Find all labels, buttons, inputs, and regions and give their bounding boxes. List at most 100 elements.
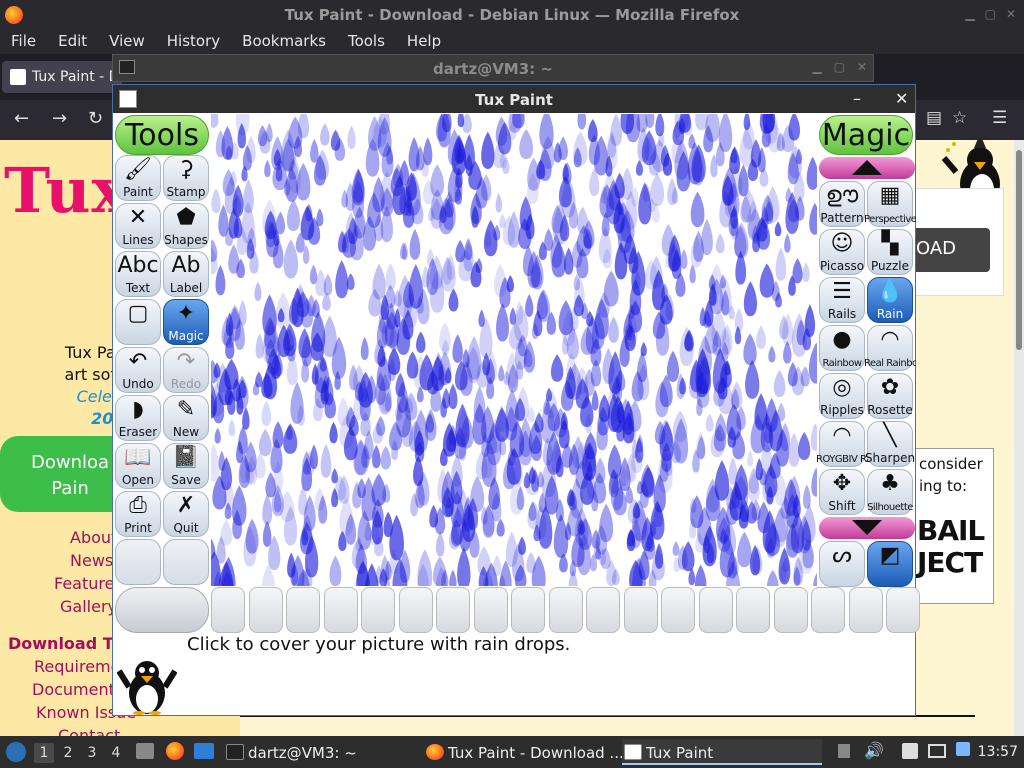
magic-paint-mode-button[interactable]: ᔕ [819, 541, 865, 587]
magic-tool-rosette[interactable]: ✿ Rosette [867, 373, 913, 419]
browser-tab[interactable]: Tux Paint - D [2, 61, 122, 93]
page-scrollbar[interactable] [1014, 140, 1024, 736]
menu-history[interactable]: History [156, 30, 231, 54]
close-icon[interactable]: ✕ [1006, 7, 1016, 21]
color-swatch[interactable] [623, 587, 658, 633]
page-scrollbar-thumb[interactable] [1016, 150, 1022, 350]
color-swatch[interactable] [248, 587, 283, 633]
tool-lines[interactable]: ✕ Lines [115, 203, 161, 249]
file-manager-icon[interactable] [136, 743, 154, 759]
tool-paint[interactable]: 🖌 Paint [115, 155, 161, 201]
start-menu-icon[interactable] [6, 742, 26, 762]
tool-fill[interactable]: ▢ [115, 299, 161, 345]
magic-tool-rails[interactable]: ☰ Rails [819, 277, 865, 323]
tool-open[interactable]: 📖 Open [115, 443, 161, 489]
tool-print[interactable]: ⎙ Print [115, 491, 161, 537]
clipboard-icon[interactable] [902, 743, 918, 759]
color-swatch[interactable] [323, 587, 358, 633]
color-swatch[interactable] [661, 587, 695, 633]
color-swatch[interactable] [511, 587, 545, 633]
magic-tool-puzzle[interactable]: ▚ Puzzle [867, 229, 913, 275]
color-swatch[interactable] [473, 587, 508, 633]
workspace-1[interactable]: 1 [34, 743, 54, 763]
close-icon[interactable]: ✕ [857, 60, 867, 74]
color-swatch[interactable] [811, 587, 845, 633]
color-preview[interactable] [115, 587, 209, 633]
tool-stamp[interactable]: ⚳ Stamp [163, 155, 209, 201]
menu-tools[interactable]: Tools [337, 30, 396, 54]
magic-tool-picasso[interactable]: ☺ Picasso [819, 229, 865, 275]
close-icon[interactable]: ✕ [895, 89, 908, 108]
menu-file[interactable]: File [0, 30, 47, 54]
taskbar-task-tuxpaint[interactable]: Tux Paint [622, 739, 822, 765]
hamburger-menu-icon[interactable]: ☰ [992, 108, 1007, 128]
color-swatch[interactable] [586, 587, 620, 633]
magic-tool-rain[interactable]: 💧 Rain [867, 277, 913, 323]
color-swatch[interactable] [698, 587, 733, 633]
color-swatch[interactable] [736, 587, 770, 633]
workspace-4[interactable]: 4 [106, 743, 126, 763]
color-swatch[interactable] [548, 587, 583, 633]
bookmark-star-icon[interactable]: ☆ [952, 108, 967, 128]
magic-tool-roygbiv-rainbow[interactable]: ◠ ROYGBIV Rainbow [816, 421, 868, 467]
workspace-3[interactable]: 3 [82, 743, 102, 763]
eject-icon[interactable] [838, 744, 850, 758]
magic-tool-real-rainbow[interactable]: ◠ Real Rainbow [864, 325, 916, 371]
color-swatch[interactable] [886, 587, 920, 633]
magic-tool-rainbow[interactable]: ● Rainbow [819, 325, 865, 371]
minimize-icon[interactable]: ▁ [965, 7, 974, 21]
color-swatch[interactable] [398, 587, 433, 633]
tool-save[interactable]: 📓 Save [163, 443, 209, 489]
download-button[interactable]: OAD [912, 228, 990, 272]
volume-icon[interactable]: 🔊 [864, 741, 884, 760]
magic-tool-perspective[interactable]: ▦ Perspective [864, 181, 916, 227]
taskbar-task-terminal[interactable]: dartz@VM3: ~ [224, 739, 357, 765]
minimize-icon[interactable]: – [853, 89, 861, 108]
color-swatch[interactable] [286, 587, 320, 633]
color-swatch[interactable] [436, 587, 470, 633]
maximize-icon[interactable]: ▢ [985, 7, 996, 21]
workspace-2[interactable]: 2 [58, 743, 78, 763]
menu-help[interactable]: Help [396, 30, 452, 54]
reload-icon[interactable]: ↻ [88, 108, 103, 129]
color-swatch[interactable] [361, 587, 395, 633]
tool-new[interactable]: ✎ New [163, 395, 209, 441]
minimize-icon[interactable]: ▁ [812, 60, 821, 74]
magic-tool-pattern[interactable]: ഊ Pattern [819, 181, 865, 227]
tool-label[interactable]: Ab Label [163, 251, 209, 297]
menu-bookmarks[interactable]: Bookmarks [231, 30, 337, 54]
tool-quit[interactable]: ✗ Quit [163, 491, 209, 537]
color-swatch[interactable] [848, 587, 883, 633]
display-icon[interactable] [928, 744, 946, 758]
tool-eraser[interactable]: ◗ Eraser [115, 395, 161, 441]
tool-shapes[interactable]: ⬟ Shapes [163, 203, 209, 249]
tool-undo[interactable]: ↶ Undo [115, 347, 161, 393]
back-arrow-icon[interactable]: ← [14, 108, 29, 129]
donate-brand-logo[interactable]: BAIL JECT [917, 515, 985, 579]
reader-view-icon[interactable]: ▤ [926, 108, 942, 128]
menu-view[interactable]: View [98, 30, 156, 54]
magic-scroll-down-button[interactable] [819, 517, 915, 539]
maximize-icon[interactable]: ▢ [834, 60, 845, 74]
menu-edit[interactable]: Edit [47, 30, 98, 54]
magic-tool-ripples[interactable]: ◎ Ripples [819, 373, 865, 419]
magic-fullscreen-mode-button[interactable]: ◩ [867, 541, 913, 587]
nav-link-contact[interactable]: Contact [0, 724, 240, 736]
desktop-icon[interactable] [194, 743, 214, 759]
tool-text[interactable]: Abc Text [115, 251, 161, 297]
tool-redo[interactable]: ↷ Redo [163, 347, 209, 393]
magic-tool-shift[interactable]: ✥ Shift [819, 469, 865, 515]
magic-scroll-up-button[interactable] [819, 157, 915, 179]
color-swatch[interactable] [211, 587, 245, 633]
magic-tool-sharpen[interactable]: ╲ Sharpen [865, 421, 915, 467]
magic-tool-silhouette[interactable]: ♣ Silhouette [867, 469, 913, 515]
color-swatch[interactable] [773, 587, 808, 633]
firefox-launcher-icon[interactable] [166, 742, 184, 760]
tool-magic[interactable]: ✦ Magic [163, 299, 209, 345]
network-icon[interactable] [956, 742, 970, 756]
taskbar-task-firefox[interactable]: Tux Paint - Download ... [424, 739, 624, 765]
terminal-titlebar[interactable]: dartz@VM3: ~ ▁ ▢ ✕ [112, 54, 874, 82]
tuxpaint-titlebar[interactable]: Tux Paint – ✕ [113, 85, 915, 113]
forward-arrow-icon[interactable]: → [52, 108, 67, 129]
drawing-canvas[interactable] [211, 114, 817, 586]
